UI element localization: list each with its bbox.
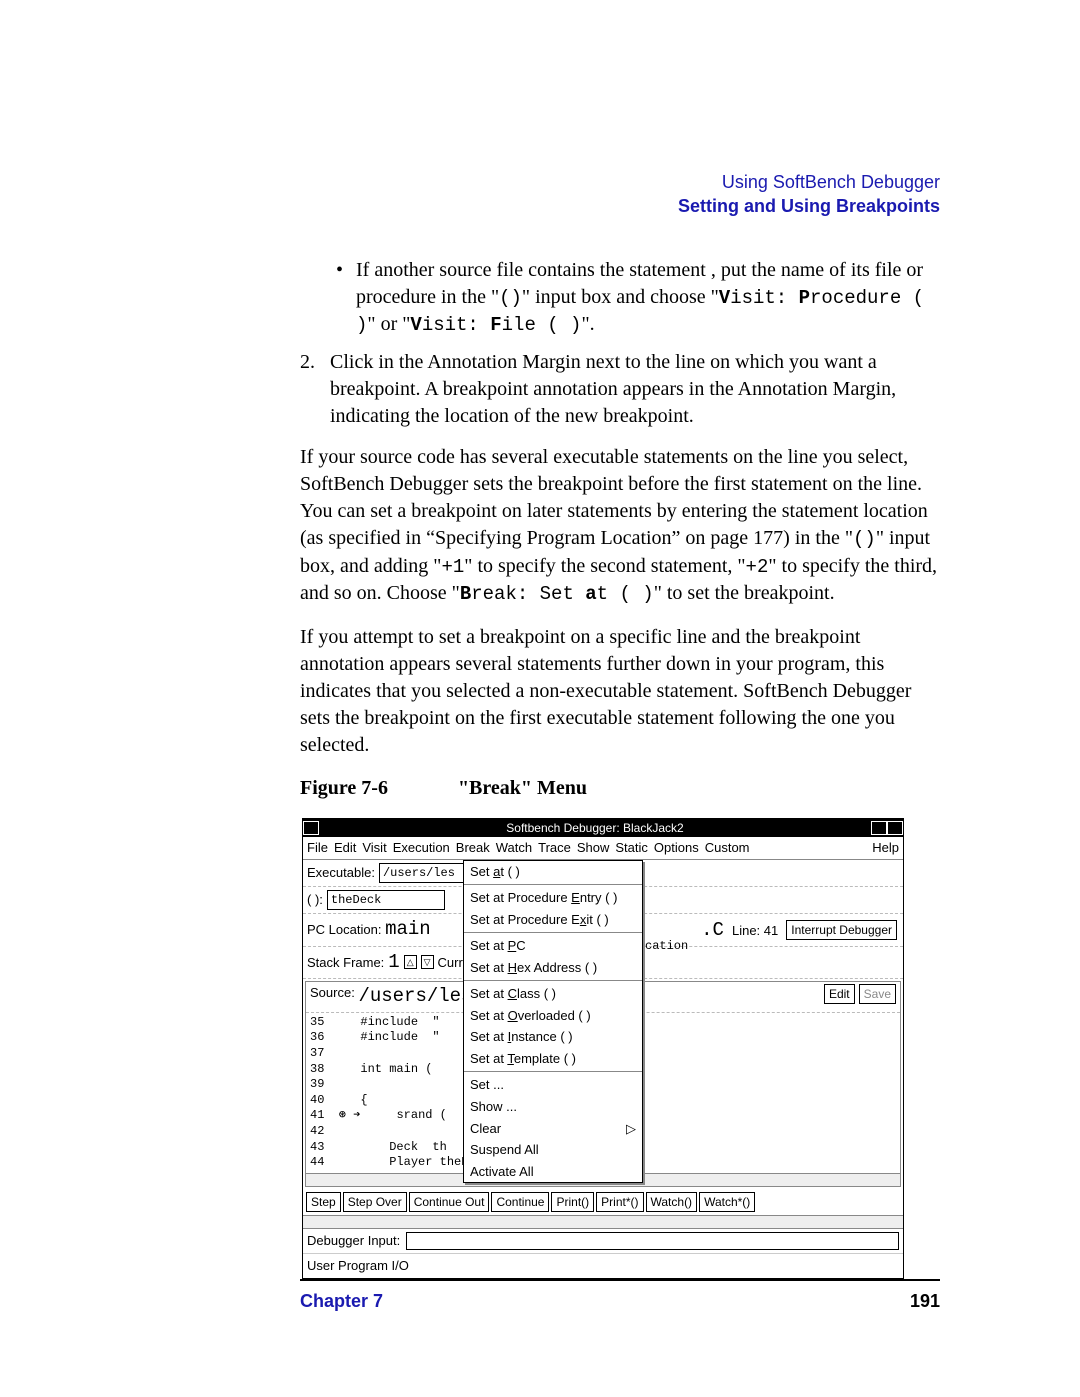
- debugger-input-label: Debugger Input:: [307, 1232, 400, 1250]
- break-menu-item[interactable]: Set at Procedure Entry ( ): [464, 887, 642, 909]
- debugger-input[interactable]: [406, 1232, 899, 1250]
- step-button[interactable]: Step: [306, 1192, 341, 1212]
- stack-value: 1: [388, 950, 399, 976]
- header-line-2: Setting and Using Breakpoints: [300, 194, 940, 218]
- page-header: Using SoftBench Debugger Setting and Usi…: [300, 170, 940, 219]
- toolbar-scroll[interactable]: [303, 1216, 903, 1229]
- debugger-input-row: Debugger Input:: [303, 1229, 903, 1253]
- bullet-dot: •: [336, 257, 356, 339]
- window-title: Softbench Debugger: BlackJack2: [319, 820, 871, 836]
- break-menu-item[interactable]: Set at Class ( ): [464, 983, 642, 1005]
- watch-star-button[interactable]: Watch*(): [699, 1192, 755, 1212]
- menu-execution[interactable]: Execution: [393, 839, 450, 857]
- menu-file[interactable]: File: [307, 839, 328, 857]
- break-menu-item[interactable]: Set ...: [464, 1074, 642, 1096]
- maximize-icon[interactable]: [887, 821, 903, 835]
- button-toolbar: Step Step Over Continue Out Continue Pri…: [303, 1189, 903, 1216]
- menu-visit[interactable]: Visit: [362, 839, 386, 857]
- continue-out-button[interactable]: Continue Out: [409, 1192, 490, 1212]
- menu-options[interactable]: Options: [654, 839, 699, 857]
- code: (): [853, 528, 876, 550]
- menu-trace[interactable]: Trace: [538, 839, 571, 857]
- break-menu-item[interactable]: Clear▷: [464, 1118, 642, 1140]
- line-value: 41: [764, 923, 778, 938]
- txt: ".: [581, 313, 594, 335]
- bullet-text: If another source file contains the stat…: [356, 257, 940, 339]
- page-footer: Chapter 7 191: [300, 1279, 940, 1312]
- txt: " input box and choose ": [522, 286, 719, 308]
- menu-watch[interactable]: Watch: [496, 839, 532, 857]
- break-menu-item[interactable]: Suspend All: [464, 1139, 642, 1161]
- figure-label: Figure 7-6: [300, 775, 388, 802]
- line-label: Line:: [732, 923, 760, 938]
- txt: " to set the breakpoint.: [654, 582, 835, 604]
- up-arrow-icon[interactable]: △: [404, 955, 417, 969]
- executable-input[interactable]: /users/les: [379, 863, 475, 883]
- interrupt-button[interactable]: Interrupt Debugger: [786, 920, 897, 940]
- chapter-label: Chapter 7: [300, 1291, 383, 1312]
- print-star-button[interactable]: Print*(): [596, 1192, 643, 1212]
- pc-label: PC Location:: [307, 922, 381, 937]
- paragraph: If your source code has several executab…: [300, 444, 940, 608]
- figure-caption: Figure 7-6 "Break" Menu: [300, 775, 940, 802]
- minimize-icon[interactable]: [871, 821, 887, 835]
- figure-title: "Break" Menu: [458, 775, 587, 802]
- break-menu-dropdown: Set at ( )Set at Procedure Entry ( )Set …: [463, 860, 643, 1184]
- numbered-item-2: 2. Click in the Annotation Margin next t…: [300, 349, 940, 430]
- break-menu-item[interactable]: Set at ( ): [464, 861, 642, 883]
- step-over-button[interactable]: Step Over: [343, 1192, 407, 1212]
- menu-custom[interactable]: Custom: [705, 839, 750, 857]
- file-ext: .C: [701, 918, 724, 944]
- title-bar: Softbench Debugger: BlackJack2: [303, 819, 903, 837]
- menu-edit[interactable]: Edit: [334, 839, 356, 857]
- user-io-label: User Program I/O: [307, 1257, 409, 1275]
- down-arrow-icon[interactable]: ▽: [421, 955, 434, 969]
- executable-label: Executable:: [307, 864, 375, 882]
- code: Visit: File ( ): [410, 314, 581, 336]
- menu-static[interactable]: Static: [615, 839, 648, 857]
- paragraph: If you attempt to set a breakpoint on a …: [300, 624, 940, 759]
- mid-area: Executable: /users/les ( ): theDeck PC L…: [303, 860, 903, 1189]
- menu-bar: File Edit Visit Execution Break Watch Tr…: [303, 837, 903, 860]
- bullet-item: • If another source file contains the st…: [300, 257, 940, 339]
- break-menu-item[interactable]: Activate All: [464, 1161, 642, 1183]
- location-fragment: cation: [645, 938, 688, 954]
- code: Break: Set at ( ): [460, 583, 654, 605]
- txt: " or ": [367, 313, 410, 335]
- txt: If your source code has several executab…: [300, 446, 928, 549]
- break-menu-item[interactable]: Set at Hex Address ( ): [464, 957, 642, 979]
- num-label: 2.: [300, 349, 330, 430]
- menu-help[interactable]: Help: [872, 839, 899, 857]
- break-menu-item[interactable]: Set at Template ( ): [464, 1048, 642, 1070]
- body-text: • If another source file contains the st…: [300, 257, 940, 1279]
- pc-value: main: [385, 918, 431, 940]
- menu-break[interactable]: Break: [456, 839, 490, 857]
- watch-button[interactable]: Watch(): [646, 1192, 698, 1212]
- paren-input[interactable]: theDeck: [327, 890, 445, 910]
- save-button[interactable]: Save: [859, 984, 896, 1004]
- break-menu-item[interactable]: Set at Overloaded ( ): [464, 1005, 642, 1027]
- txt: " to specify the second statement, ": [464, 555, 745, 577]
- debugger-window: Softbench Debugger: BlackJack2 File Edit…: [302, 818, 904, 1279]
- break-menu-item[interactable]: Set at Instance ( ): [464, 1026, 642, 1048]
- source-label: Source:: [310, 984, 355, 1010]
- edit-button[interactable]: Edit: [824, 984, 855, 1004]
- code: (): [499, 287, 522, 309]
- code: +1: [441, 556, 464, 578]
- continue-button[interactable]: Continue: [491, 1192, 549, 1212]
- menu-show[interactable]: Show: [577, 839, 610, 857]
- num-text: Click in the Annotation Margin next to t…: [330, 349, 940, 430]
- stack-label: Stack Frame:: [307, 954, 384, 972]
- break-menu-item[interactable]: Set at Procedure Exit ( ): [464, 909, 642, 931]
- print-button[interactable]: Print(): [551, 1192, 594, 1212]
- code: +2: [746, 556, 769, 578]
- paren-label: ( ):: [307, 891, 323, 909]
- page-number: 191: [910, 1291, 940, 1312]
- user-io-row: User Program I/O: [303, 1253, 903, 1278]
- window-menu-icon[interactable]: [303, 821, 319, 835]
- header-line-1: Using SoftBench Debugger: [300, 170, 940, 194]
- break-menu-item[interactable]: Set at PC: [464, 935, 642, 957]
- break-menu-item[interactable]: Show ...: [464, 1096, 642, 1118]
